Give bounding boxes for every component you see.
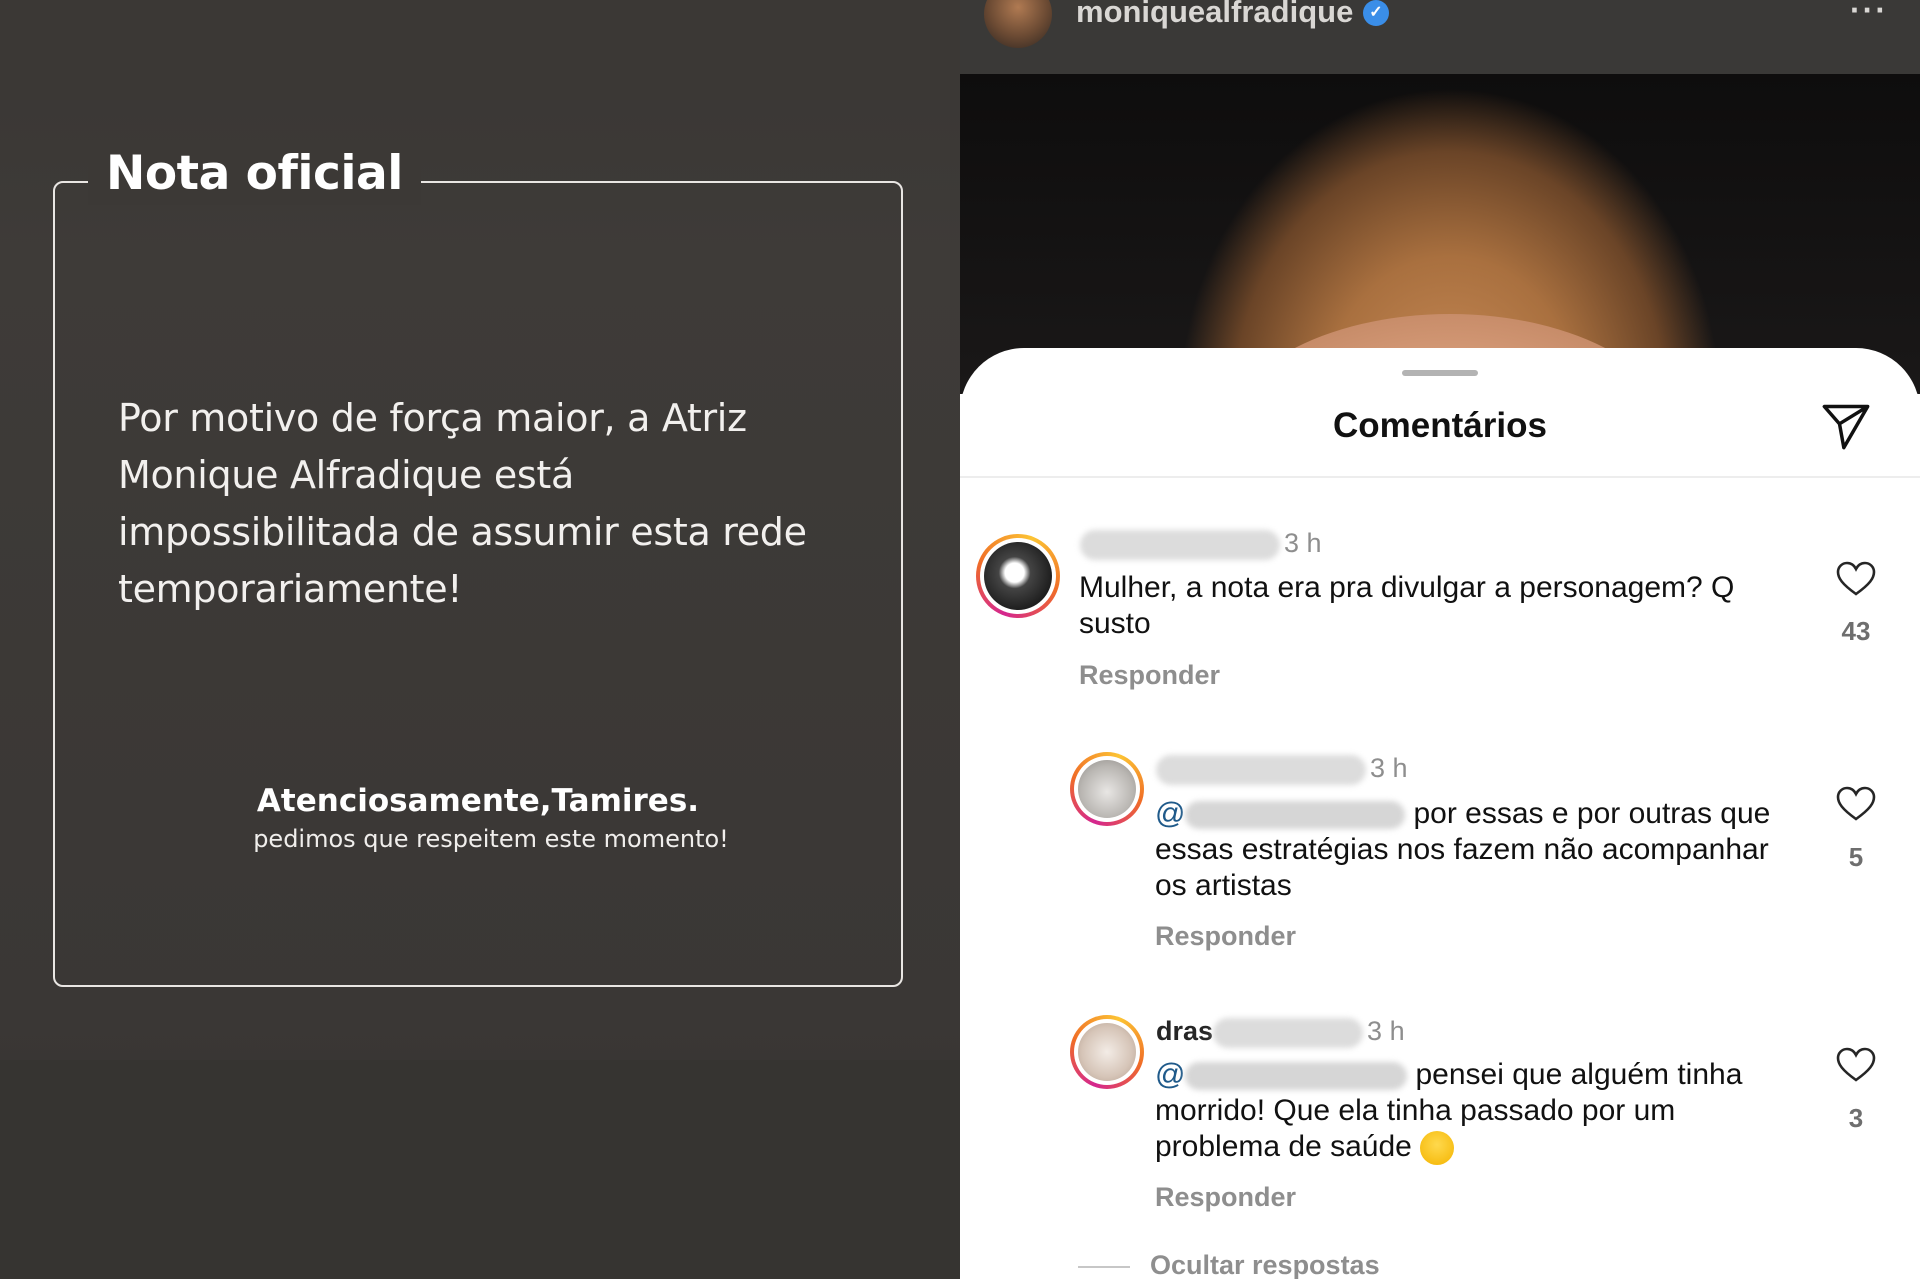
blurred-username bbox=[1156, 754, 1366, 785]
comment-text: Mulher, a nota era pra divulgar a person… bbox=[1079, 571, 1735, 640]
blurred-username bbox=[1080, 529, 1280, 560]
comment-text: @ por essas e por outras que essas estrat… bbox=[1155, 796, 1795, 904]
comment-meta: 3 h bbox=[1156, 753, 1408, 785]
like-heart-icon[interactable] bbox=[1836, 786, 1876, 822]
comment-mention[interactable]: @ bbox=[1155, 797, 1185, 830]
note-title: Nota oficial bbox=[88, 143, 421, 205]
post-header: moniquealfradique ✓ ··· bbox=[960, 0, 1920, 74]
comment-username-partial[interactable]: dras bbox=[1156, 1016, 1213, 1046]
verified-badge-icon: ✓ bbox=[1363, 0, 1389, 26]
profile-avatar[interactable] bbox=[984, 0, 1052, 48]
hide-replies-button[interactable]: Ocultar respostas bbox=[1150, 1250, 1380, 1279]
blurred-mention bbox=[1185, 801, 1406, 830]
profile-username[interactable]: moniquealfradique bbox=[1076, 0, 1353, 30]
note-signature: Atenciosamente,Tamires. bbox=[256, 783, 700, 819]
reply-button[interactable]: Responder bbox=[1155, 1182, 1296, 1213]
send-icon[interactable] bbox=[1820, 400, 1872, 452]
comment-text: @ pensei que alguém tinha morrido! Que el… bbox=[1155, 1057, 1805, 1166]
comments-title: Comentários bbox=[1333, 406, 1547, 445]
comment-time: 3 h bbox=[1367, 1016, 1405, 1046]
story-panel: Nota oficial Por motivo de força maior, … bbox=[0, 0, 960, 1279]
comment-meta: 3 h bbox=[1080, 528, 1322, 560]
reply-button[interactable]: Responder bbox=[1155, 921, 1296, 952]
crying-face-emoji-icon bbox=[1420, 1131, 1455, 1166]
blurred-mention bbox=[1185, 1062, 1408, 1091]
story-bottom-band bbox=[0, 1060, 960, 1279]
note-signature-sub: pedimos que respeitem este momento! bbox=[253, 825, 729, 853]
like-count: 43 bbox=[1841, 616, 1871, 646]
sheet-drag-handle[interactable] bbox=[1402, 370, 1478, 376]
comment-meta: dras 3 h bbox=[1156, 1016, 1405, 1048]
reply-button[interactable]: Responder bbox=[1079, 660, 1220, 691]
comment-time: 3 h bbox=[1284, 528, 1322, 558]
post-photo bbox=[960, 74, 1920, 574]
story-top-band bbox=[0, 0, 960, 100]
like-count: 5 bbox=[1848, 842, 1864, 872]
commenter-avatar[interactable] bbox=[1070, 1015, 1144, 1089]
instagram-post-panel: moniquealfradique ✓ ··· Comentários 3 h … bbox=[960, 0, 1920, 1279]
blurred-username bbox=[1213, 1017, 1364, 1048]
comment-time: 3 h bbox=[1370, 753, 1408, 783]
sheet-divider bbox=[960, 476, 1920, 478]
note-body: Por motivo de força maior, a Atriz Moniq… bbox=[118, 396, 807, 611]
like-heart-icon[interactable] bbox=[1836, 561, 1876, 597]
commenter-avatar[interactable] bbox=[1070, 752, 1144, 826]
more-options-icon[interactable]: ··· bbox=[1850, 0, 1888, 29]
commenter-avatar[interactable] bbox=[976, 534, 1060, 618]
hide-replies-line bbox=[1078, 1266, 1130, 1268]
like-count: 3 bbox=[1848, 1103, 1864, 1133]
comment-mention[interactable]: @ bbox=[1155, 1058, 1185, 1091]
like-heart-icon[interactable] bbox=[1836, 1047, 1876, 1083]
